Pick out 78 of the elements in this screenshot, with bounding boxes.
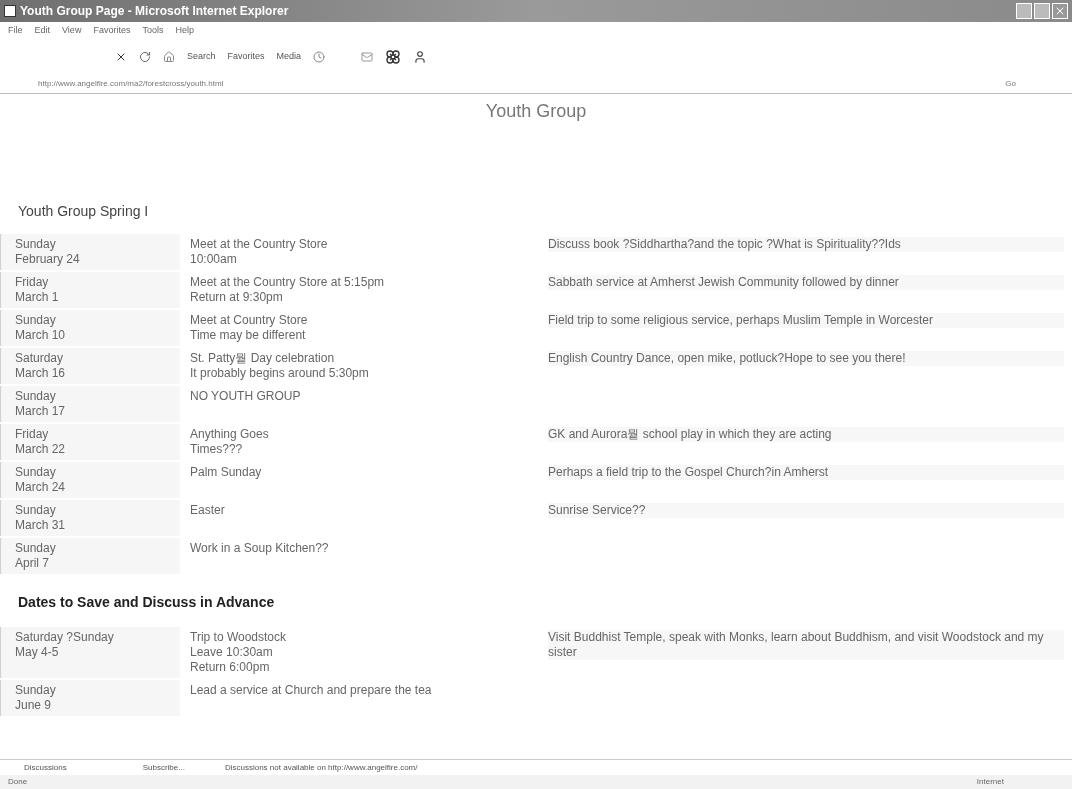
note-text: English Country Dance, open mike, potluck?Hope to see you there! [548, 351, 1064, 366]
date-text: March 31 [15, 518, 67, 533]
date-text: April 7 [15, 556, 50, 571]
event-text: Leave 10:30am [190, 645, 274, 660]
date-text: Saturday [15, 351, 65, 366]
date-text: March 16 [15, 366, 67, 381]
event-text: Meet at Country Store [190, 313, 309, 328]
menu-item[interactable]: Help [175, 24, 194, 38]
subscribe-button[interactable]: Subscribe... [142, 761, 185, 774]
flower-icon[interactable] [385, 49, 402, 65]
note-text: Sabbath service at Amherst Jewish Community followed by dinner [548, 275, 1064, 290]
address-field[interactable]: http://www.angelfire.com/ma2/forestcross/youth.html [8, 77, 1006, 90]
event-text: It probably begins around 5:30pm [190, 366, 370, 381]
go-button[interactable]: Go [1005, 77, 1016, 90]
date-text: Sunday [15, 313, 57, 328]
event-text: Work in a Soup Kitchen?? [190, 541, 330, 556]
toolbar-button[interactable]: Favorites [227, 50, 265, 64]
date-text: March 1 [15, 290, 60, 305]
menu-item[interactable]: File [8, 24, 23, 38]
status-text: Done [8, 776, 28, 788]
date-text: March 22 [15, 442, 67, 457]
section-heading: Dates to Save and Discuss in Advance [18, 593, 276, 612]
date-text: Friday [15, 275, 50, 290]
discussions-menu[interactable]: Discussions [24, 761, 67, 774]
section-title: Youth Group Spring I [18, 202, 150, 221]
window-icon [4, 5, 16, 17]
note-text: Sunrise Service?? [548, 503, 1064, 518]
event-text: NO YOUTH GROUP [190, 389, 302, 404]
home-icon[interactable] [163, 51, 175, 63]
event-text: Meet at the Country Store at 5:15pm [190, 275, 386, 290]
stop-icon[interactable] [115, 51, 127, 63]
date-text: June 9 [15, 698, 53, 713]
event-text: Times??? [190, 442, 244, 457]
menu-item[interactable]: Tools [142, 24, 164, 38]
discussion-status: Discussions not available on http://www.angelfire.com/ [224, 761, 418, 774]
window-title: Youth Group Page - Microsoft Internet Explorer [20, 3, 289, 20]
event-text: Easter [190, 503, 226, 518]
history-icon[interactable] [313, 51, 326, 63]
event-text: St. Patty뭩 Day celebration [190, 351, 336, 366]
date-text: February 24 [15, 252, 81, 267]
page-title: Youth Group [484, 100, 588, 123]
date-text: Sunday [15, 389, 57, 404]
date-text: March 24 [15, 480, 67, 495]
note-text: Perhaps a field trip to the Gospel Church?in Amherst [548, 465, 1064, 480]
note-text: Discuss book ?Siddhartha?and the topic ?What is Spirituality??Ids [548, 237, 1064, 252]
event-text: Palm Sunday [190, 465, 263, 480]
date-text: Sunday [15, 237, 57, 252]
event-text: Lead a service at Church and prepare the tea [190, 683, 433, 698]
note-text: Visit Buddhist Temple, speak with Monks, learn about Buddhism, and visit Woodstock and my sister [548, 630, 1064, 660]
menu-item[interactable]: View [62, 24, 82, 38]
person-icon[interactable] [413, 50, 428, 64]
note-text: GK and Aurora뭩 school play in which they are acting [548, 427, 1064, 442]
mail-icon[interactable] [361, 51, 374, 63]
date-text: Sunday [15, 465, 57, 480]
date-text: Friday [15, 427, 50, 442]
menu-item[interactable]: Favorites [93, 24, 131, 38]
date-text: Sunday [15, 503, 57, 518]
date-text: Sunday [15, 541, 57, 556]
note-text: Field trip to some religious service, perhaps Muslim Temple in Worcester [548, 313, 1064, 328]
event-text: Time may be different [190, 328, 307, 343]
date-text: Sunday [15, 683, 57, 698]
event-text: Trip to Woodstock [190, 630, 288, 645]
close-icon [1054, 5, 1066, 17]
event-text: Return at 9:30pm [190, 290, 284, 305]
event-text: Meet at the Country Store [190, 237, 329, 252]
event-text: 10:00am [190, 252, 238, 267]
date-text: May 4-5 [15, 645, 60, 660]
menu-item[interactable]: Edit [34, 24, 51, 38]
close-button[interactable] [1052, 3, 1068, 19]
toolbar-button[interactable]: Search [187, 50, 216, 64]
date-text: March 17 [15, 404, 67, 419]
date-text: March 10 [15, 328, 67, 343]
toolbar-button[interactable]: Media [276, 50, 302, 64]
event-text: Return 6:00pm [190, 660, 271, 675]
date-text: Saturday ?Sunday [15, 630, 115, 645]
zone-text: Internet [976, 776, 1004, 788]
refresh-icon[interactable] [139, 51, 151, 63]
event-text: Anything Goes [190, 427, 270, 442]
